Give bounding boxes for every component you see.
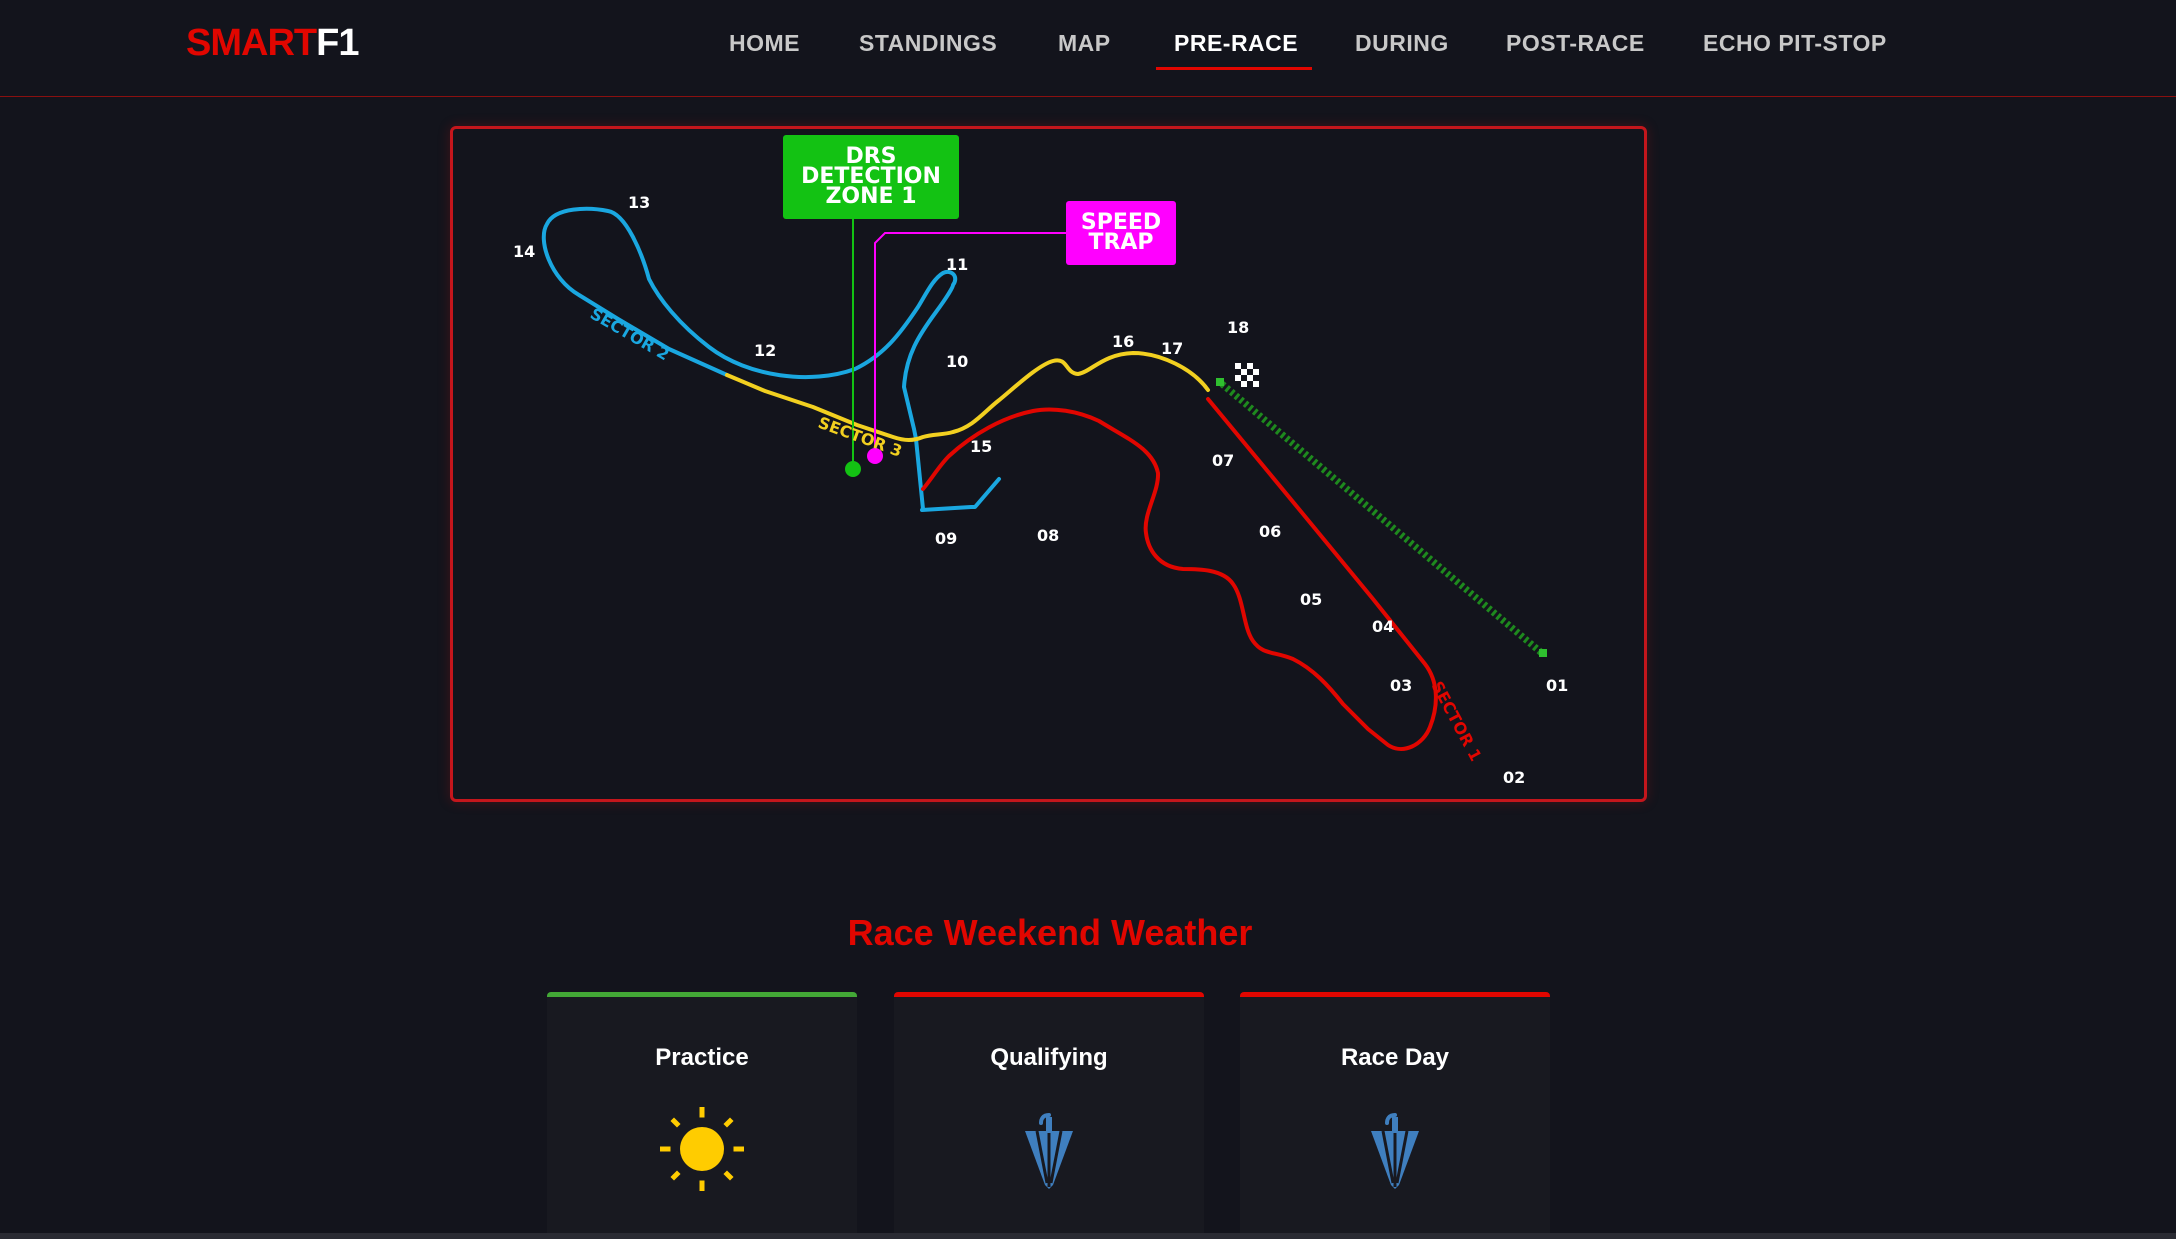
track-sector1-main xyxy=(921,397,1438,751)
sector2-label: SECTOR 2 xyxy=(587,304,672,364)
turn-02-label: 02 xyxy=(1503,768,1525,787)
weather-section-title: Race Weekend Weather xyxy=(847,912,1253,953)
top-navbar: SMARTF1 HOME STANDINGS MAP PRE-RACE DURI… xyxy=(0,0,2176,97)
track-map-panel: DRS DETECTION ZONE 1 SPEED TRAP SECTOR 2… xyxy=(450,126,1647,802)
nav-home[interactable]: HOME xyxy=(729,30,800,57)
nav-post-race[interactable]: POST-RACE xyxy=(1506,30,1645,57)
turn-07-label: 07 xyxy=(1212,451,1234,470)
track-map-svg: DRS DETECTION ZONE 1 SPEED TRAP SECTOR 2… xyxy=(513,135,1568,787)
weather-card-qualifying-title: Qualifying xyxy=(990,1044,1108,1071)
weather-card-practice[interactable]: Practice xyxy=(547,992,857,1239)
weather-card-qualifying[interactable]: Qualifying xyxy=(894,992,1204,1239)
turn-13-label: 13 xyxy=(628,193,650,212)
nav-during[interactable]: DURING xyxy=(1355,30,1449,57)
brand-logo-smart: SMART xyxy=(186,22,317,64)
drs-zone-start-marker xyxy=(1216,378,1224,386)
turn-09-label: 09 xyxy=(935,529,957,548)
nav-standings[interactable]: STANDINGS xyxy=(859,30,997,57)
turn-03-label: 03 xyxy=(1390,676,1412,695)
drs-callout-line3: ZONE 1 xyxy=(825,184,916,209)
track-sector2-connector xyxy=(914,437,925,511)
turn-04-label: 04 xyxy=(1372,617,1394,636)
brand-logo[interactable]: SMARTF1 xyxy=(186,22,359,65)
turn-12-label: 12 xyxy=(754,341,776,360)
weather-card-practice-title: Practice xyxy=(655,1044,749,1071)
umbrella-icon xyxy=(1025,1113,1073,1189)
turn-15-label: 15 xyxy=(970,437,992,456)
brand-logo-f1: F1 xyxy=(316,22,359,64)
sector1-label: SECTOR 1 xyxy=(1427,678,1485,764)
finish-flag-icon xyxy=(1235,363,1259,387)
active-nav-underline xyxy=(1156,67,1312,70)
nav-echo-pit-stop[interactable]: ECHO PIT-STOP xyxy=(1703,30,1887,57)
turn-08-label: 08 xyxy=(1037,526,1059,545)
turn-10-label: 10 xyxy=(946,352,968,371)
turn-17-label: 17 xyxy=(1161,339,1183,358)
drs-detection-point xyxy=(845,461,861,477)
turn-11-label: 11 xyxy=(946,255,968,274)
nav-pre-race[interactable]: PRE-RACE xyxy=(1174,30,1298,57)
turn-06-label: 06 xyxy=(1259,522,1281,541)
turn-16-label: 16 xyxy=(1112,332,1134,351)
weather-card-race-day-title: Race Day xyxy=(1340,1044,1450,1071)
weather-card-race-day[interactable]: Race Day xyxy=(1240,992,1550,1239)
turn-05-label: 05 xyxy=(1300,590,1322,609)
nav-map[interactable]: MAP xyxy=(1058,30,1111,57)
speed-trap-callout-line2: TRAP xyxy=(1088,230,1153,255)
drs-zone-end-marker xyxy=(1539,649,1547,657)
turn-14-label: 14 xyxy=(513,242,535,261)
turn-01-label: 01 xyxy=(1546,676,1568,695)
turn-18-label: 18 xyxy=(1227,318,1249,337)
umbrella-icon xyxy=(1371,1113,1419,1189)
page-bottom-divider xyxy=(0,1233,2176,1239)
sun-icon xyxy=(660,1107,744,1191)
